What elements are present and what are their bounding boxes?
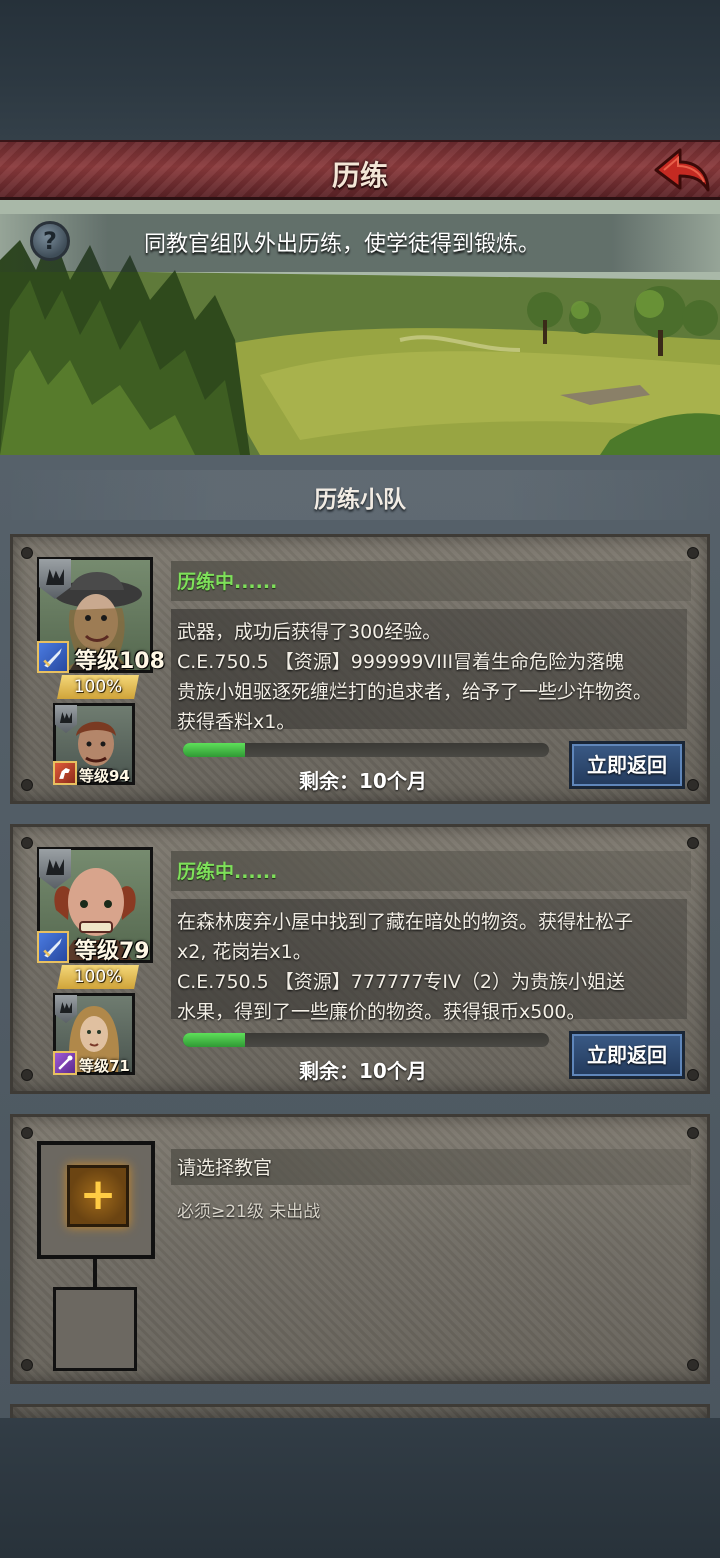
rivet	[21, 1127, 33, 1139]
log-line: 贵族小姐驱逐死缠烂打的追求者，给予了一些少许物资。	[177, 681, 653, 703]
log-line: C.E.750.5 【资源】777777专IV（2）为贵族小姐送	[177, 971, 626, 993]
log-line: 获得香料x1。	[177, 711, 296, 733]
staff-icon	[53, 1051, 77, 1075]
add-mentor-button[interactable]: +	[67, 1165, 129, 1227]
rivet	[687, 1127, 699, 1139]
remaining-time: 剩余：10个月	[299, 769, 427, 793]
banner-description: 同教官组队外出历练，使学徒得到锻炼。	[144, 232, 541, 257]
log-line: 水果，得到了一些廉价的物资。获得银币x500。	[177, 1001, 586, 1023]
return-now-button[interactable]: 立即返回	[569, 741, 685, 789]
bond-percent-ribbon: 100%	[57, 965, 139, 989]
progress-bar	[183, 743, 549, 757]
bond-percent-ribbon: 100%	[57, 675, 139, 699]
sword-icon	[37, 931, 69, 963]
mentor-slot[interactable]: +	[37, 1141, 155, 1259]
back-button[interactable]	[650, 144, 712, 198]
title-bar: 历练	[0, 140, 720, 200]
team-card-1: 等级108 100% 等级94 历练中...... 武器，成功后获得了300经验…	[10, 534, 710, 804]
log-line: x2, 花岗岩x1。	[177, 941, 312, 963]
section-title: 历练小队	[314, 487, 406, 513]
log-line: C.E.750.5 【资源】999999VIII冒着生命危险为落魄	[177, 651, 625, 673]
rivet	[21, 1359, 33, 1371]
top-background	[0, 0, 720, 140]
apprentice-level: 等级71	[79, 1057, 130, 1075]
forest-banner: ? 同教官组队外出历练，使学徒得到锻炼。	[0, 200, 720, 455]
next-team-card	[10, 1404, 710, 1418]
select-mentor-prompt: 请选择教官	[177, 1157, 273, 1179]
rivet	[21, 837, 33, 849]
team-status: 历练中......	[177, 861, 278, 883]
rivet	[21, 779, 33, 791]
log-line: 在森林废弃小屋中找到了藏在暗处的物资。获得杜松子	[177, 911, 634, 933]
rivet	[21, 1069, 33, 1081]
rivet	[687, 1359, 699, 1371]
horse-icon	[53, 761, 77, 785]
mentor-level: 等级79	[75, 939, 150, 964]
help-icon[interactable]: ?	[30, 221, 70, 261]
rivet	[687, 779, 699, 791]
team-status: 历练中......	[177, 571, 278, 593]
page-title: 历练	[331, 159, 388, 192]
rivet	[687, 1069, 699, 1081]
rivet	[21, 547, 33, 559]
progress-fill	[183, 1033, 246, 1047]
progress-bar	[183, 1033, 549, 1047]
remaining-time: 剩余：10个月	[299, 1059, 427, 1083]
apprentice-slot[interactable]	[53, 1287, 137, 1371]
apprentice-level: 等级94	[79, 767, 130, 785]
back-arrow-icon	[654, 148, 710, 192]
sword-icon	[37, 641, 69, 673]
return-now-button[interactable]: 立即返回	[569, 1031, 685, 1079]
mentor-level: 等级108	[75, 649, 165, 674]
team-card-2: 等级79 100% 等级71 历练中...... 在森林废弃小屋中找到了藏在暗处…	[10, 824, 710, 1094]
rivet	[687, 547, 699, 559]
bottom-background	[0, 1418, 720, 1558]
empty-team-card: + 请选择教官 必须≥21级 未出战	[10, 1114, 710, 1384]
rivet	[687, 837, 699, 849]
mentor-requirement: 必须≥21级 未出战	[177, 1202, 321, 1222]
progress-fill	[183, 743, 246, 757]
slot-connector	[93, 1259, 97, 1287]
log-line: 武器，成功后获得了300经验。	[177, 621, 442, 643]
